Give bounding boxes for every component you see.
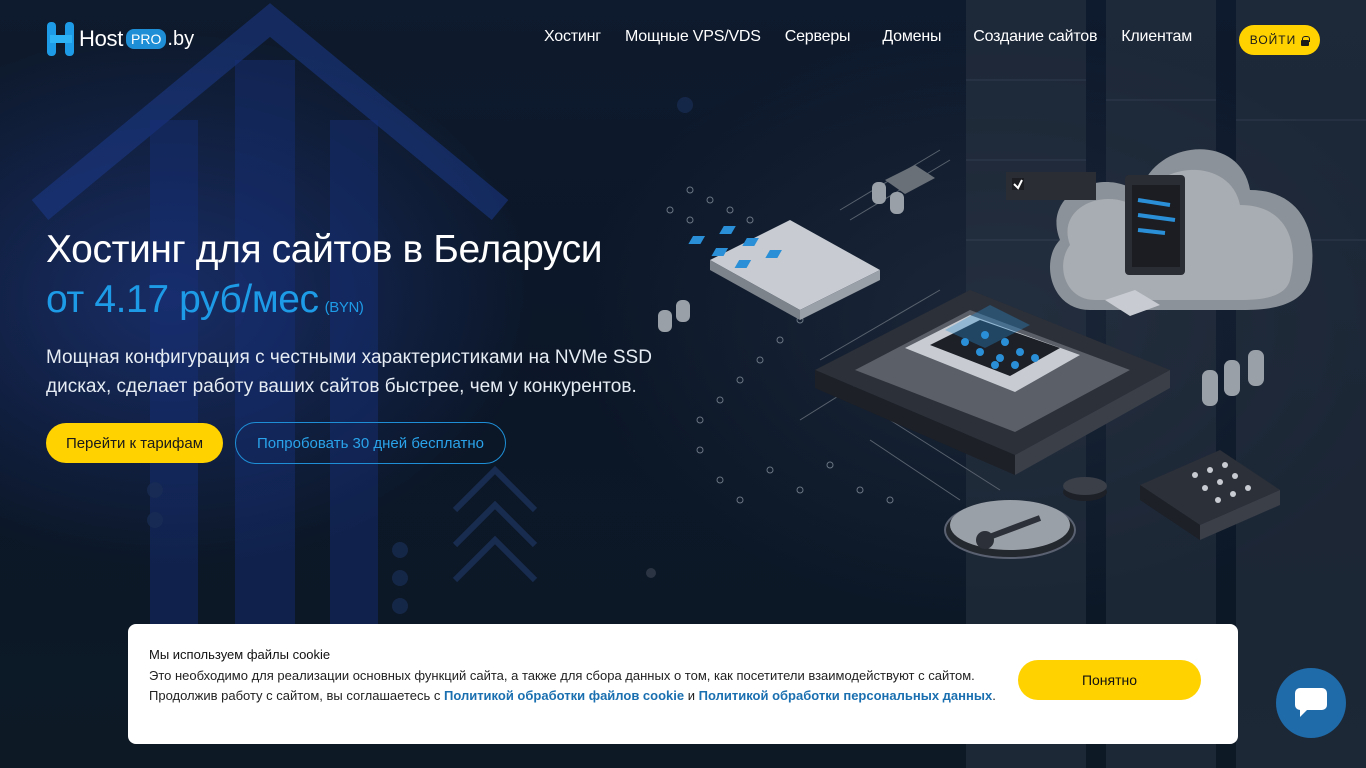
site-logo[interactable]: Host PRO .by [46,20,194,58]
hero-price: от 4.17 руб/мес (BYN) [46,278,364,322]
memory-module-icon [1140,450,1280,540]
hero-title: Хостинг для сайтов в Беларуси [46,228,603,271]
cookie-text: Это необходимо для реализации основных ф… [149,666,1009,705]
server-chip-illustration [658,149,1313,559]
logo-pro-badge: PRO [126,29,167,49]
cookie-text-and: и [684,687,699,703]
nav-item-vps[interactable]: Мощные VPS/VDS [625,28,761,46]
nav-item-site-creation[interactable]: Создание сайтов [973,28,1097,46]
nav-item-domains[interactable]: Домены [882,28,941,46]
lock-icon [1301,35,1311,46]
cookie-accept-button[interactable]: Понятно [1018,660,1201,700]
nav-item-hosting[interactable]: Хостинг [544,28,601,46]
hero-description: Мощная конфигурация с честными характери… [46,347,652,397]
hero-price-value: от 4.17 руб/мес [46,278,319,321]
go-to-tariffs-button[interactable]: Перейти к тарифам [46,423,223,463]
small-chip-icon [688,220,880,320]
hero-price-currency: (BYN) [324,299,364,316]
logo-host-text: Host [79,26,124,51]
key-icon [944,500,1076,559]
cookie-text-end: . [992,687,996,703]
personal-data-policy-link[interactable]: Политикой обработки персональных данных [699,688,993,703]
login-label: ВОЙТИ [1249,33,1297,47]
cookie-policy-link[interactable]: Политикой обработки файлов cookie [444,688,684,703]
cloud-icon [1006,149,1313,310]
login-button[interactable]: ВОЙТИ [1239,25,1320,55]
chat-bubble-icon [1295,688,1327,717]
main-nav: Хостинг Мощные VPS/VDS Серверы Домены Со… [544,28,1216,46]
slider-dot[interactable] [646,568,656,578]
nav-item-clients[interactable]: Клиентам [1121,28,1192,46]
logo-domain-text: .by [167,27,195,50]
cookie-banner: Мы используем файлы cookie Это необходим… [128,624,1238,744]
logo-h-icon [47,22,74,56]
chat-button[interactable] [1276,668,1346,738]
nav-item-servers[interactable]: Серверы [785,28,851,46]
cookie-title: Мы используем файлы cookie [149,647,331,662]
slider-dots [646,568,665,578]
free-trial-button[interactable]: Попробовать 30 дней бесплатно [235,422,506,464]
cpu-icon [815,290,1170,475]
